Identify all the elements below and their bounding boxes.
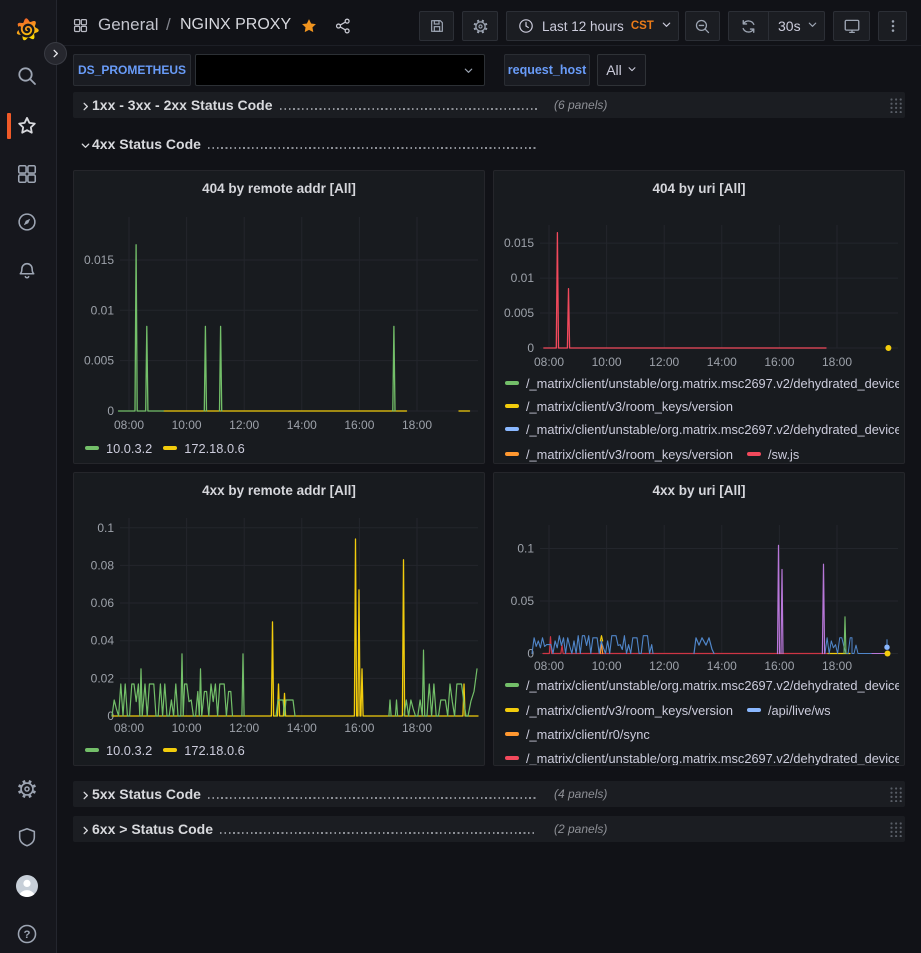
svg-text:10:00: 10:00 bbox=[592, 355, 622, 369]
svg-text:08:00: 08:00 bbox=[534, 355, 564, 369]
svg-text:0.015: 0.015 bbox=[84, 253, 114, 267]
svg-text:16:00: 16:00 bbox=[344, 418, 374, 432]
svg-text:18:00: 18:00 bbox=[822, 355, 852, 369]
svg-text:0.1: 0.1 bbox=[97, 521, 114, 535]
svg-text:0.04: 0.04 bbox=[91, 634, 115, 648]
svg-text:12:00: 12:00 bbox=[229, 418, 259, 432]
svg-text:0.05: 0.05 bbox=[511, 594, 535, 608]
svg-text:?: ? bbox=[24, 929, 31, 941]
svg-text:0.08: 0.08 bbox=[91, 558, 115, 572]
svg-text:12:00: 12:00 bbox=[649, 355, 679, 369]
svg-text:08:00: 08:00 bbox=[534, 659, 564, 673]
svg-text:14:00: 14:00 bbox=[287, 418, 317, 432]
svg-text:16:00: 16:00 bbox=[344, 721, 374, 735]
svg-text:0.005: 0.005 bbox=[504, 306, 534, 320]
svg-text:0.06: 0.06 bbox=[91, 596, 115, 610]
svg-text:18:00: 18:00 bbox=[402, 418, 432, 432]
svg-text:16:00: 16:00 bbox=[764, 659, 794, 673]
svg-text:14:00: 14:00 bbox=[707, 659, 737, 673]
svg-text:0.01: 0.01 bbox=[91, 303, 115, 317]
svg-text:10:00: 10:00 bbox=[592, 659, 622, 673]
svg-text:0.1: 0.1 bbox=[517, 542, 534, 556]
svg-text:0.015: 0.015 bbox=[504, 236, 534, 250]
svg-text:14:00: 14:00 bbox=[287, 721, 317, 735]
svg-text:0.02: 0.02 bbox=[91, 671, 115, 685]
svg-text:10:00: 10:00 bbox=[172, 418, 202, 432]
svg-text:0.01: 0.01 bbox=[511, 271, 535, 285]
svg-text:12:00: 12:00 bbox=[229, 721, 259, 735]
svg-text:12:00: 12:00 bbox=[649, 659, 679, 673]
svg-text:08:00: 08:00 bbox=[114, 418, 144, 432]
svg-text:0: 0 bbox=[107, 404, 114, 418]
svg-text:10:00: 10:00 bbox=[172, 721, 202, 735]
svg-text:14:00: 14:00 bbox=[707, 355, 737, 369]
svg-text:18:00: 18:00 bbox=[402, 721, 432, 735]
svg-text:08:00: 08:00 bbox=[114, 721, 144, 735]
svg-text:0: 0 bbox=[527, 341, 534, 355]
svg-text:18:00: 18:00 bbox=[822, 659, 852, 673]
svg-text:0.005: 0.005 bbox=[84, 354, 114, 368]
svg-text:16:00: 16:00 bbox=[764, 355, 794, 369]
